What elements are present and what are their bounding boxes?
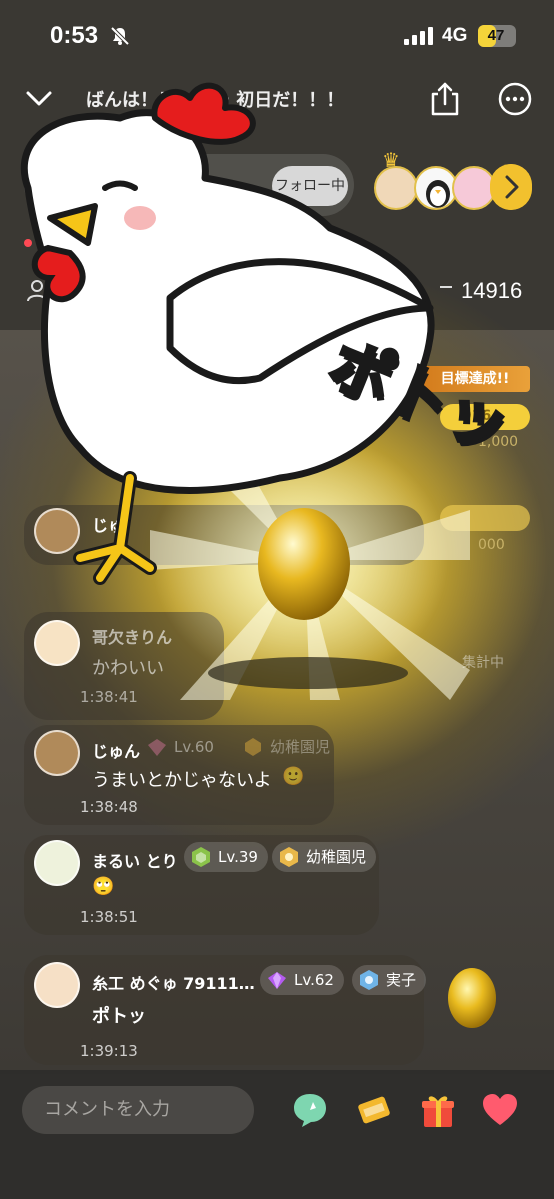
level-badge: Lv.39 [184, 842, 268, 872]
commenter-avatar[interactable] [34, 840, 80, 886]
more-options-icon[interactable] [498, 82, 532, 116]
snowflake-badge-icon [360, 970, 378, 990]
level-text: Lv.60 [174, 738, 214, 756]
network-type: 4G [442, 25, 468, 46]
commenter-avatar[interactable] [34, 962, 80, 1008]
commenter-name: じゅん [92, 742, 141, 761]
title-text: 幼稚園児 [270, 738, 331, 756]
comment-text: うまいとかじゃないよ [92, 770, 272, 791]
status-bar: 0:53 4G 47 [0, 0, 554, 70]
comment-time: 1:38:51 [80, 908, 138, 926]
comment-time: 1:38:48 [80, 798, 138, 816]
rank-icon [245, 738, 261, 756]
goal-target: 000 [478, 537, 505, 553]
egg-shadow [208, 657, 408, 689]
bell-muted-icon [110, 26, 130, 46]
comment-time: 1:38:41 [80, 688, 138, 706]
commenter-avatar[interactable] [34, 730, 80, 776]
diamond-icon [148, 739, 166, 756]
comment-emoji: 🙂 [282, 766, 305, 787]
divider [440, 286, 452, 288]
chevron-right-icon[interactable] [490, 164, 532, 210]
comment-text: ポトッ [92, 1006, 146, 1027]
commenter-avatar[interactable] [34, 620, 80, 666]
title-badge: 実子 [352, 965, 427, 995]
rank-icon [280, 847, 298, 867]
comment-emoji: 🙄 [92, 876, 115, 897]
diamond-icon [268, 972, 286, 989]
golden-egg-gift-icon [448, 968, 496, 1028]
hexagon-icon [192, 847, 210, 867]
signal-icon [404, 27, 433, 45]
title-badge: 幼稚園児 [236, 732, 340, 762]
level-badge: Lv.62 [260, 965, 344, 995]
level-badge: Lv.60 [140, 732, 224, 762]
commenter-name: 糸工 めぐゅ 79111… [92, 974, 255, 993]
battery-percent: 47 [487, 27, 505, 44]
heart-icon[interactable] [480, 1090, 520, 1130]
title-text: 実子 [386, 971, 417, 989]
level-text: Lv.62 [294, 971, 334, 989]
battery-icon: 47 [478, 25, 516, 47]
level-text: Lv.39 [218, 848, 258, 866]
status-time: 0:53 [50, 22, 99, 49]
commenter-name: まるい とり [92, 852, 178, 871]
comment-time: 1:39:13 [80, 1042, 138, 1060]
ticket-icon[interactable] [354, 1090, 394, 1130]
gift-icon[interactable] [418, 1090, 458, 1130]
comment-input[interactable]: コメントを入力 [22, 1086, 254, 1134]
title-text: 幼稚園児 [306, 848, 367, 866]
title-badge: 幼稚園児 [272, 842, 377, 872]
chat-bubble-icon[interactable] [290, 1090, 330, 1130]
viewer-count: 14916 [461, 278, 523, 303]
